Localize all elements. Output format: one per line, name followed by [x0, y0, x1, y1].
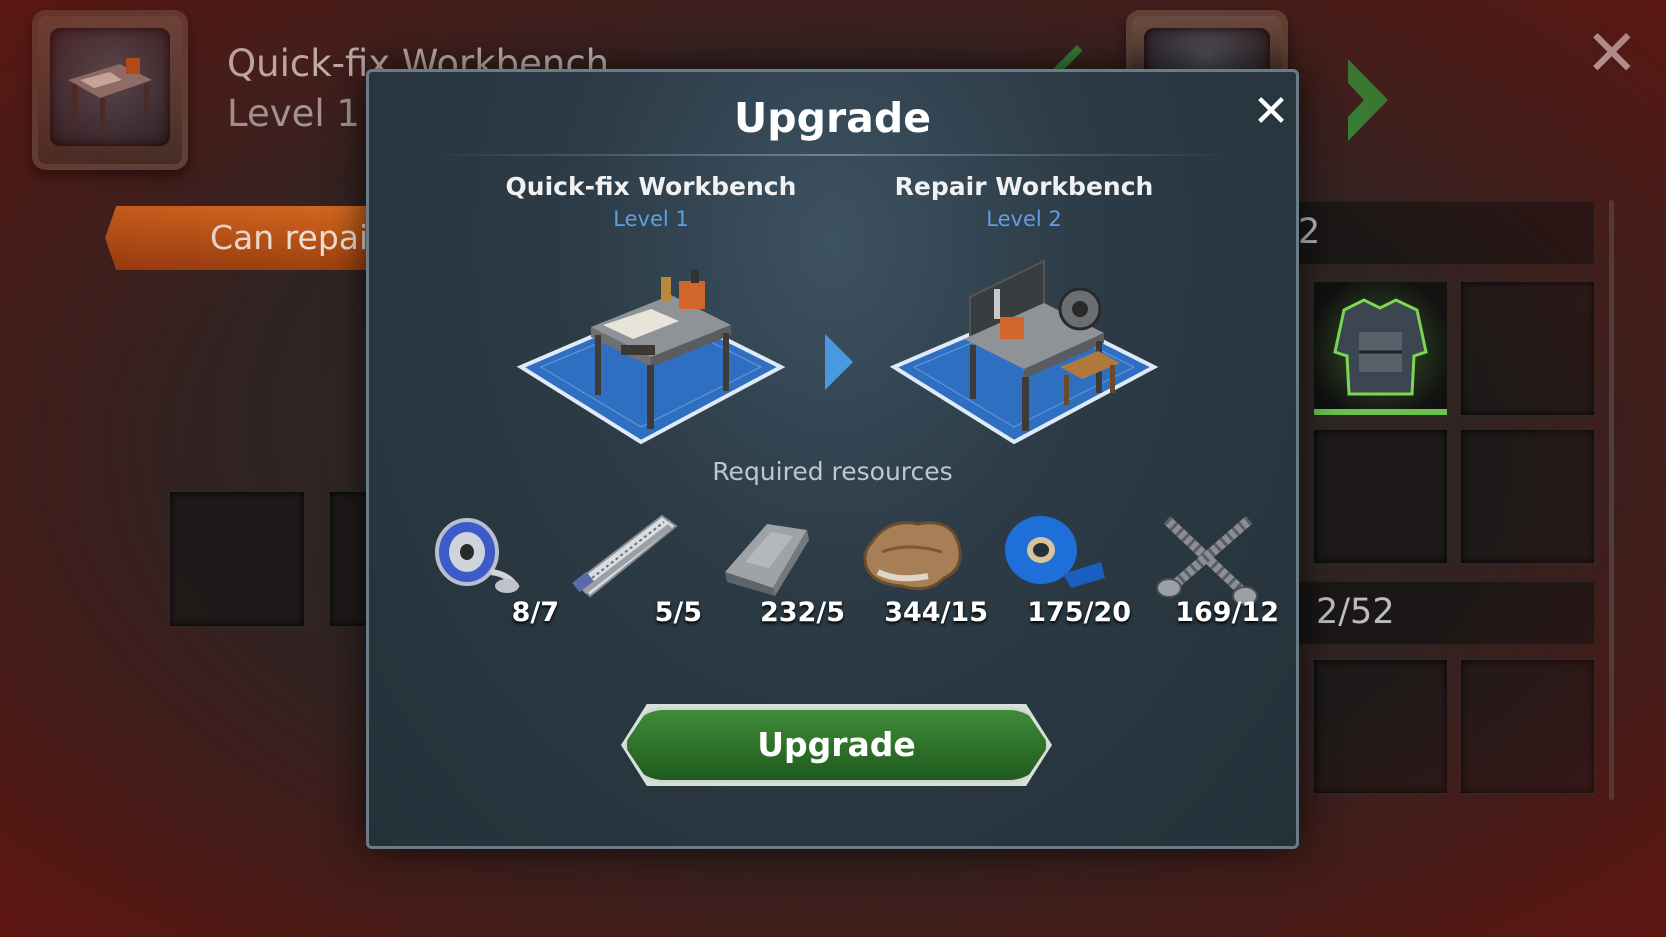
saw-blade-icon — [572, 514, 678, 598]
upgrade-button[interactable]: Upgrade — [624, 707, 1049, 783]
resource-saw-blade: 5/5 — [562, 512, 702, 632]
tape-roll-icon — [1005, 516, 1105, 588]
inventory-scrollbar[interactable] — [1609, 200, 1614, 800]
background-level: Level 1 — [227, 92, 360, 135]
resource-count: 232/5 — [759, 597, 845, 628]
empty-slot[interactable] — [1459, 428, 1596, 565]
resource-count: 344/15 — [884, 597, 988, 628]
resource-metal-ingot: 232/5 — [705, 512, 845, 632]
background-bar-top-text: 2 — [1298, 212, 1321, 252]
resource-count: 169/12 — [1175, 597, 1279, 628]
empty-slot[interactable] — [1459, 658, 1596, 795]
upgrade-dialog: Upgrade ✕ Quick-fix Workbench Level 1 Re… — [366, 69, 1299, 849]
resource-leather: 344/15 — [848, 512, 988, 632]
close-dialog-icon[interactable]: ✕ — [1251, 90, 1291, 134]
metal-ingot-icon — [725, 524, 809, 596]
screws-icon — [1156, 516, 1258, 606]
resource-count: 8/7 — [511, 597, 559, 628]
empty-slot[interactable] — [168, 490, 306, 628]
next-bench-level: Level 2 — [986, 207, 1062, 231]
solder-spool-icon — [435, 518, 520, 593]
dialog-title: Upgrade — [733, 94, 932, 142]
resource-screws: 169/12 — [1139, 512, 1279, 632]
empty-slot[interactable] — [1459, 280, 1596, 417]
workbench-thumbnail-icon — [68, 58, 152, 134]
resource-count: 175/20 — [1027, 597, 1131, 628]
current-bench-name: Quick-fix Workbench — [505, 172, 797, 201]
can-repair-tab[interactable]: Can repair — [105, 206, 385, 270]
background-bar-bottom: 2/52 — [1280, 580, 1596, 646]
upgrade-arrow-icon — [825, 334, 853, 390]
required-resources-label: Required resources — [712, 457, 953, 486]
next-arrow-icon[interactable] — [1342, 55, 1392, 145]
current-bench-level: Level 1 — [613, 207, 689, 231]
title-divider — [429, 154, 1236, 156]
next-bench-name: Repair Workbench — [894, 172, 1154, 201]
armor-vest-icon — [1314, 282, 1447, 415]
close-screen-icon[interactable]: ✕ — [1585, 22, 1639, 86]
background-bar-bottom-text: 2/52 — [1316, 592, 1395, 632]
empty-slot[interactable] — [1312, 428, 1449, 565]
can-repair-label: Can repair — [210, 218, 382, 257]
current-bench: Quick-fix Workbench Level 1 — [486, 172, 816, 447]
quick-fix-workbench-icon — [516, 269, 786, 445]
armor-slot[interactable] — [1312, 280, 1449, 417]
empty-slot[interactable] — [1312, 658, 1449, 795]
resource-tape: 175/20 — [991, 512, 1131, 632]
next-bench: Repair Workbench Level 2 — [859, 172, 1189, 447]
resource-solder: 8/7 — [419, 512, 559, 632]
resource-count: 5/5 — [654, 597, 702, 628]
workbench-portrait — [32, 10, 188, 170]
repair-workbench-icon — [889, 259, 1159, 445]
leather-icon — [863, 521, 962, 591]
background-bar-top: 2 — [1280, 200, 1596, 266]
